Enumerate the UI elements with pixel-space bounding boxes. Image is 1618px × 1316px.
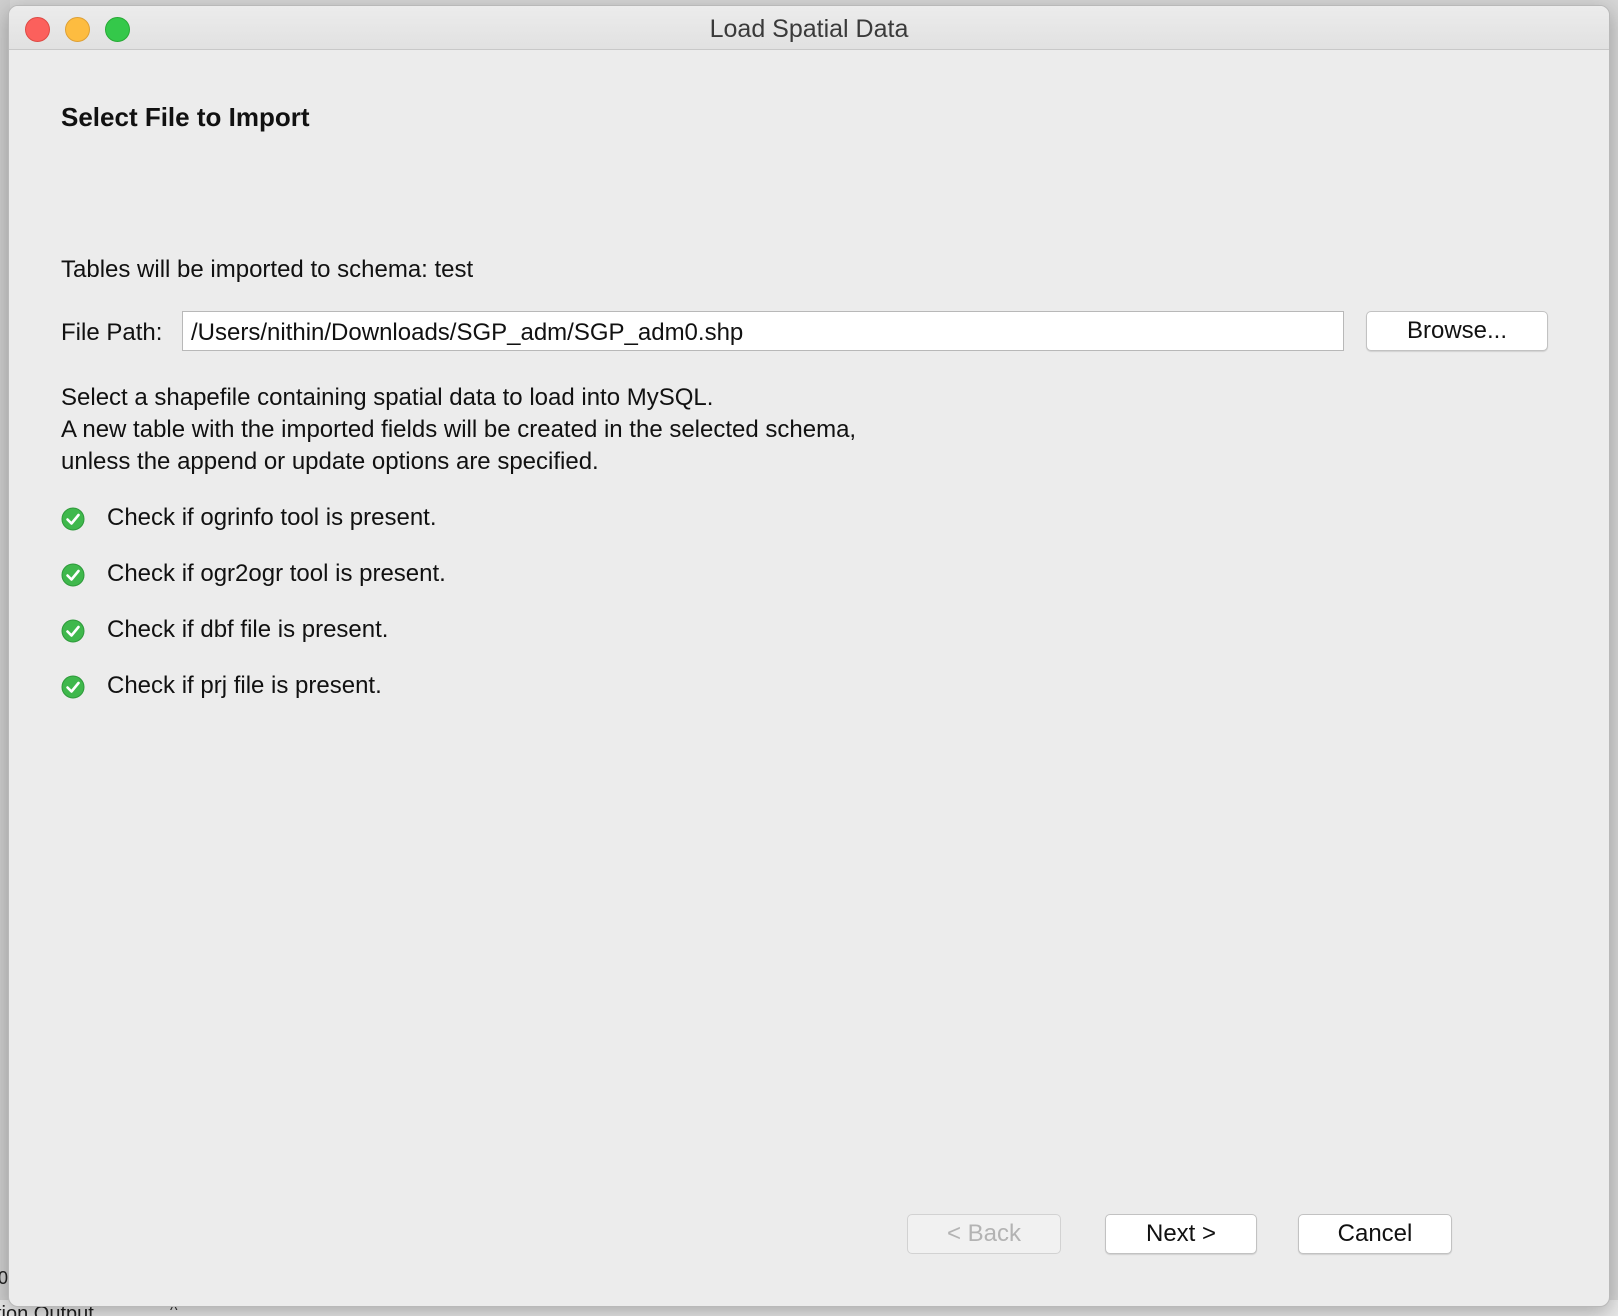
check-item-label: Check if dbf file is present. <box>107 616 389 643</box>
check-circle-icon <box>61 619 85 643</box>
check-circle-icon <box>61 675 85 699</box>
page-heading: Select File to Import <box>61 102 310 132</box>
title-bar[interactable]: Load Spatial Data <box>9 6 1609 50</box>
check-circle-icon <box>61 563 85 587</box>
description-line: Select a shapefile containing spatial da… <box>61 384 714 411</box>
description-line: unless the append or update options are … <box>61 448 599 475</box>
description-text: Select a shapefile containing spatial da… <box>61 382 856 478</box>
description-line: A new table with the imported fields wil… <box>61 416 857 443</box>
check-item-label: Check if prj file is present. <box>107 672 382 699</box>
browse-button[interactable]: Browse... <box>1366 311 1548 351</box>
next-button[interactable]: Next > <box>1105 1214 1257 1254</box>
check-circle-icon <box>61 507 85 531</box>
back-button: < Back <box>907 1214 1061 1254</box>
schema-info-text: Tables will be imported to schema: test <box>61 256 474 283</box>
background-partial-number: 0 <box>0 1268 9 1288</box>
file-path-label: File Path: <box>61 319 163 346</box>
load-spatial-data-dialog: Load Spatial Data Select File to Import … <box>8 5 1610 1307</box>
check-item-label: Check if ogrinfo tool is present. <box>107 504 437 531</box>
cancel-button[interactable]: Cancel <box>1298 1214 1452 1254</box>
check-item-label: Check if ogr2ogr tool is present. <box>107 560 446 587</box>
file-path-input[interactable] <box>182 311 1344 351</box>
window-title: Load Spatial Data <box>709 15 909 43</box>
